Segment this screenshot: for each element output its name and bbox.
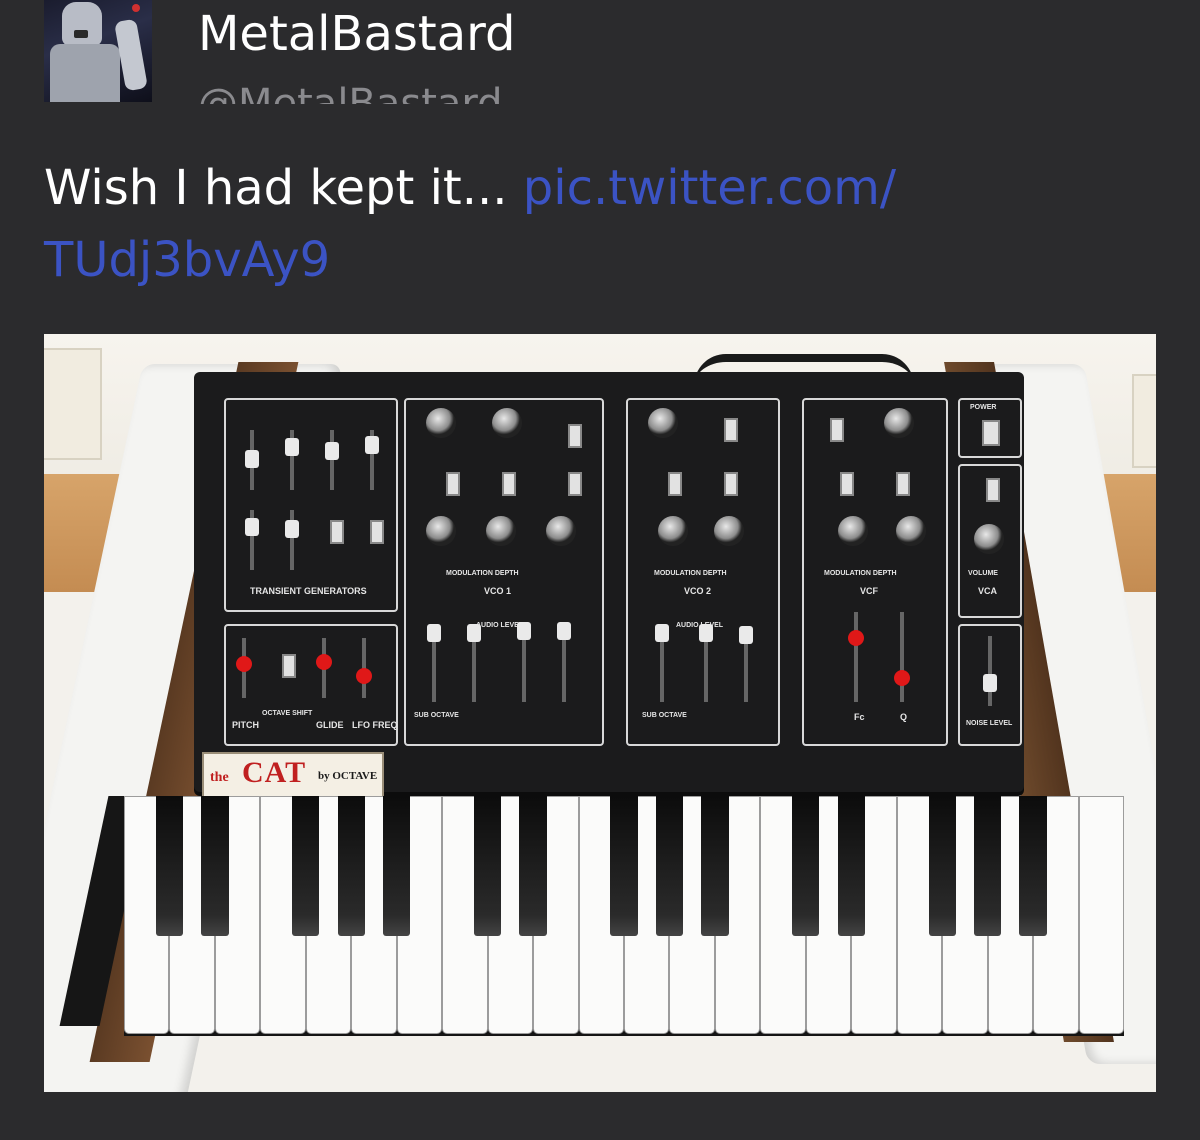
- black-key: [201, 796, 229, 936]
- label-vca: VCA: [978, 586, 998, 596]
- author-handle-clip: @MetalBastard: [198, 78, 558, 104]
- black-key: [519, 796, 547, 936]
- avatar-red-light: [132, 4, 140, 12]
- photo-wall-outlet-right: [1132, 374, 1156, 468]
- label-vcf-mod-depth: MODULATION DEPTH: [824, 570, 897, 577]
- synth-keyboard: [124, 796, 1124, 1036]
- tweet-text: Wish I had kept it... pic.twitter.com/TU…: [44, 152, 1164, 296]
- synth-control-panel: TRANSIENT GENERATORS PITCH OCTAVE SHIFT …: [194, 372, 1024, 792]
- label-transient-generators: TRANSIENT GENERATORS: [250, 586, 367, 596]
- section-vco2: MODULATION DEPTH VCO 2 AUDIO LEVEL SUB O…: [626, 398, 780, 746]
- black-key: [928, 796, 956, 936]
- label-lfo-freq: LFO FREQ: [352, 720, 398, 730]
- label-power: POWER: [970, 404, 997, 411]
- black-key: [655, 796, 684, 936]
- logo-the: the: [210, 770, 229, 785]
- label-vco1: VCO 1: [484, 586, 512, 596]
- white-key: [1078, 796, 1124, 1034]
- tweet-photo[interactable]: TRANSIENT GENERATORS PITCH OCTAVE SHIFT …: [44, 334, 1156, 1092]
- logo-cat: CAT: [242, 756, 307, 789]
- avatar-robot-head: [62, 2, 102, 46]
- label-glide: GLIDE: [316, 720, 344, 730]
- black-key: [792, 796, 820, 936]
- black-key: [474, 796, 502, 936]
- synth-logo-plate: the CAT by OCTAVE: [202, 752, 384, 798]
- avatar-robot-mouth: [74, 30, 88, 38]
- black-key: [155, 796, 184, 936]
- logo-octave: by OCTAVE: [318, 770, 378, 782]
- label-volume: VOLUME: [968, 570, 998, 577]
- section-noise: NOISE LEVEL: [958, 624, 1022, 746]
- label-pitch: PITCH: [232, 720, 259, 730]
- section-power: POWER: [958, 398, 1022, 458]
- label-vcf-fc: Fc: [854, 712, 865, 722]
- section-vco1: MODULATION DEPTH VCO 1 AUDIO LEVEL SUB O…: [404, 398, 604, 746]
- section-transient-generators: TRANSIENT GENERATORS: [224, 398, 398, 612]
- black-key: [837, 796, 865, 936]
- label-vcf: VCF: [860, 586, 878, 596]
- label-vco2: VCO 2: [684, 586, 712, 596]
- author-display-name[interactable]: MetalBastard: [198, 4, 515, 64]
- label-vcf-q: Q: [900, 712, 908, 722]
- label-vco2-sub-octave: SUB OCTAVE: [642, 712, 687, 719]
- author-handle[interactable]: @MetalBastard: [198, 80, 503, 104]
- section-pitch-glide-lfo: PITCH OCTAVE SHIFT GLIDE LFO FREQ: [224, 624, 398, 746]
- black-key: [383, 796, 411, 936]
- label-vco2-mod-depth: MODULATION DEPTH: [654, 570, 727, 577]
- section-vcf: MODULATION DEPTH VCF Fc Q: [802, 398, 948, 746]
- black-key: [337, 796, 365, 936]
- tweet-body: Wish I had kept it...: [44, 160, 523, 216]
- label-vco1-sub-octave: SUB OCTAVE: [414, 712, 459, 719]
- black-key: [610, 796, 638, 936]
- label-noise-level: NOISE LEVEL: [966, 720, 1013, 727]
- black-key: [1019, 796, 1047, 936]
- section-vca: VOLUME VCA: [958, 464, 1022, 618]
- photo-wall-outlet-left: [44, 348, 102, 460]
- label-vco1-mod-depth: MODULATION DEPTH: [446, 570, 519, 577]
- black-key: [292, 796, 320, 936]
- black-key: [701, 796, 729, 936]
- black-key: [974, 796, 1002, 936]
- label-octave-shift: OCTAVE SHIFT: [262, 710, 313, 717]
- author-avatar[interactable]: [44, 0, 152, 102]
- label-vco1-audio-level: AUDIO LEVEL: [476, 622, 524, 629]
- avatar-robot-body: [50, 44, 120, 102]
